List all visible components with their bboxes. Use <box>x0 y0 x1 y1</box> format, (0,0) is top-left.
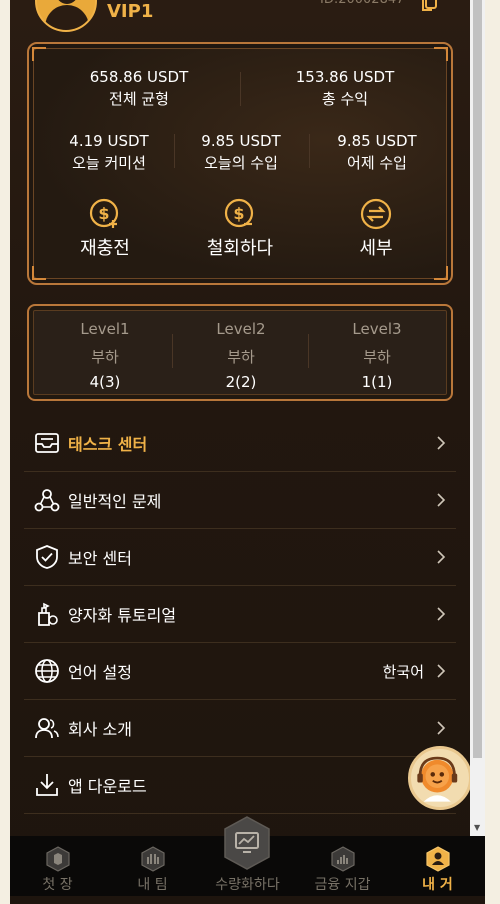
menu-item-tutorial[interactable]: 양자화 튜토리얼 <box>24 586 456 643</box>
scrollbar-thumb[interactable] <box>473 0 482 758</box>
team-hex-icon <box>141 846 165 872</box>
level-title: Level3 <box>352 320 402 338</box>
nav-label: 첫 장 <box>42 877 73 893</box>
svg-text:$: $ <box>98 204 109 223</box>
details-button[interactable]: 세부 <box>316 198 436 260</box>
svg-text:$: $ <box>233 204 244 223</box>
globe-icon <box>35 659 59 683</box>
yesterday-income-label: 어제 수입 <box>347 154 407 172</box>
today-income-value: 9.85 USDT <box>201 132 281 150</box>
shield-check-icon <box>36 545 58 569</box>
bottom-nav: 첫 장 내 팀 수량화하다 금융 지갑 내 거 <box>10 816 485 896</box>
menu-label: 보안 센터 <box>68 549 132 568</box>
today-income: 9.85 USDT 오늘의 수입 <box>181 130 301 174</box>
menu-label: 일반적인 문제 <box>68 492 162 511</box>
user-id: ID:20002847 <box>320 0 404 7</box>
today-commission-label: 오늘 커미션 <box>72 154 146 172</box>
download-icon <box>36 774 58 796</box>
settings-menu: 태스크 센터 일반적인 문제 보안 센터 양자화 튜토리얼 언어 설정 한국어 … <box>24 415 456 814</box>
wallet-hex-icon <box>331 846 355 872</box>
chevron-right-icon <box>437 436 446 450</box>
inbox-icon <box>35 433 59 453</box>
menu-label: 회사 소개 <box>68 720 132 739</box>
level-sub: 부하 <box>363 348 391 366</box>
total-income-label: 총 수익 <box>321 90 369 108</box>
level-title: Level1 <box>80 320 130 338</box>
chevron-right-icon <box>437 607 446 621</box>
level-3[interactable]: Level3 부하 1(1) <box>309 318 445 393</box>
nav-label: 수량화하다 <box>215 877 280 893</box>
users-icon <box>35 718 59 739</box>
recharge-label: 재충전 <box>80 238 130 259</box>
yesterday-income: 9.85 USDT 어제 수입 <box>317 130 437 174</box>
menu-item-app-download[interactable]: 앱 다운로드 <box>24 757 456 814</box>
total-income: 153.86 USDT 총 수익 <box>275 66 415 110</box>
level-count: 2(2) <box>225 373 257 391</box>
nav-label: 내 거 <box>422 877 453 893</box>
level-title: Level2 <box>216 320 266 338</box>
today-commission: 4.19 USDT 오늘 커미션 <box>49 130 169 174</box>
menu-item-about[interactable]: 회사 소개 <box>24 700 456 757</box>
withdraw-label: 철회하다 <box>206 238 274 259</box>
menu-item-language[interactable]: 언어 설정 한국어 <box>24 643 456 700</box>
balance-card: 658.86 USDT 전체 균형 153.86 USDT 총 수익 4.19 … <box>27 42 453 285</box>
recharge-button[interactable]: $ 재충전 <box>45 198 165 260</box>
home-hex-icon <box>46 846 70 872</box>
nav-quantify[interactable]: 수량화하다 <box>200 816 295 896</box>
chevron-right-icon <box>437 721 446 735</box>
current-language: 한국어 <box>382 662 424 681</box>
menu-label: 앱 다운로드 <box>68 777 147 796</box>
chevron-right-icon <box>437 550 446 564</box>
today-income-label: 오늘의 수입 <box>204 154 278 172</box>
app-screen: VIP1 ID:20002847 658.86 USDT 전체 균형 153.8… <box>10 0 485 904</box>
level-1[interactable]: Level1 부하 4(3) <box>37 318 173 393</box>
total-balance-label: 전체 균형 <box>109 90 169 108</box>
today-commission-value: 4.19 USDT <box>69 132 149 150</box>
details-label: 세부 <box>359 238 393 259</box>
total-balance-value: 658.86 USDT <box>89 68 189 86</box>
customer-service-button[interactable] <box>408 746 472 810</box>
menu-item-security-center[interactable]: 보안 센터 <box>24 529 456 586</box>
scrollbar[interactable]: ▼ <box>470 0 485 836</box>
exchange-icon <box>360 198 392 230</box>
nav-me[interactable]: 내 거 <box>390 836 485 896</box>
copy-icon[interactable] <box>420 0 438 12</box>
user-hex-icon <box>426 846 450 872</box>
nav-home[interactable]: 첫 장 <box>10 836 105 896</box>
nav-label: 내 팀 <box>137 877 168 893</box>
dollar-plus-icon: $ <box>89 198 119 228</box>
vip-level: VIP1 <box>107 1 154 22</box>
menu-item-task-center[interactable]: 태스크 센터 <box>24 415 456 472</box>
total-income-value: 153.86 USDT <box>295 68 395 86</box>
level-sub: 부하 <box>91 348 119 366</box>
support-agent-icon <box>417 756 458 802</box>
nodes-icon <box>34 489 60 512</box>
menu-label: 태스크 센터 <box>68 435 148 454</box>
tutorial-icon <box>38 602 58 626</box>
scroll-down-arrow[interactable]: ▼ <box>474 823 480 832</box>
team-levels-card: Level1 부하 4(3) Level2 부하 2(2) Level3 부하 … <box>27 304 453 401</box>
withdraw-button[interactable]: $ 철회하다 <box>180 198 300 260</box>
nav-label: 금융 지갑 <box>314 877 371 893</box>
avatar[interactable] <box>35 0 97 32</box>
menu-label: 언어 설정 <box>68 663 132 682</box>
menu-item-faq[interactable]: 일반적인 문제 <box>24 472 456 529</box>
dollar-minus-icon: $ <box>224 198 254 228</box>
level-count: 4(3) <box>89 373 121 391</box>
level-2[interactable]: Level2 부하 2(2) <box>173 318 309 393</box>
level-sub: 부하 <box>227 348 255 366</box>
quantify-hex-icon <box>224 816 270 870</box>
yesterday-income-value: 9.85 USDT <box>337 132 417 150</box>
chevron-right-icon <box>437 664 446 678</box>
level-count: 1(1) <box>361 373 393 391</box>
total-balance: 658.86 USDT 전체 균형 <box>69 66 209 110</box>
nav-wallet[interactable]: 금융 지갑 <box>295 836 390 896</box>
chevron-right-icon <box>437 493 446 507</box>
profile-header: VIP1 ID:20002847 <box>10 0 470 40</box>
menu-label: 양자화 튜토리얼 <box>68 606 177 625</box>
nav-team[interactable]: 내 팀 <box>105 836 200 896</box>
